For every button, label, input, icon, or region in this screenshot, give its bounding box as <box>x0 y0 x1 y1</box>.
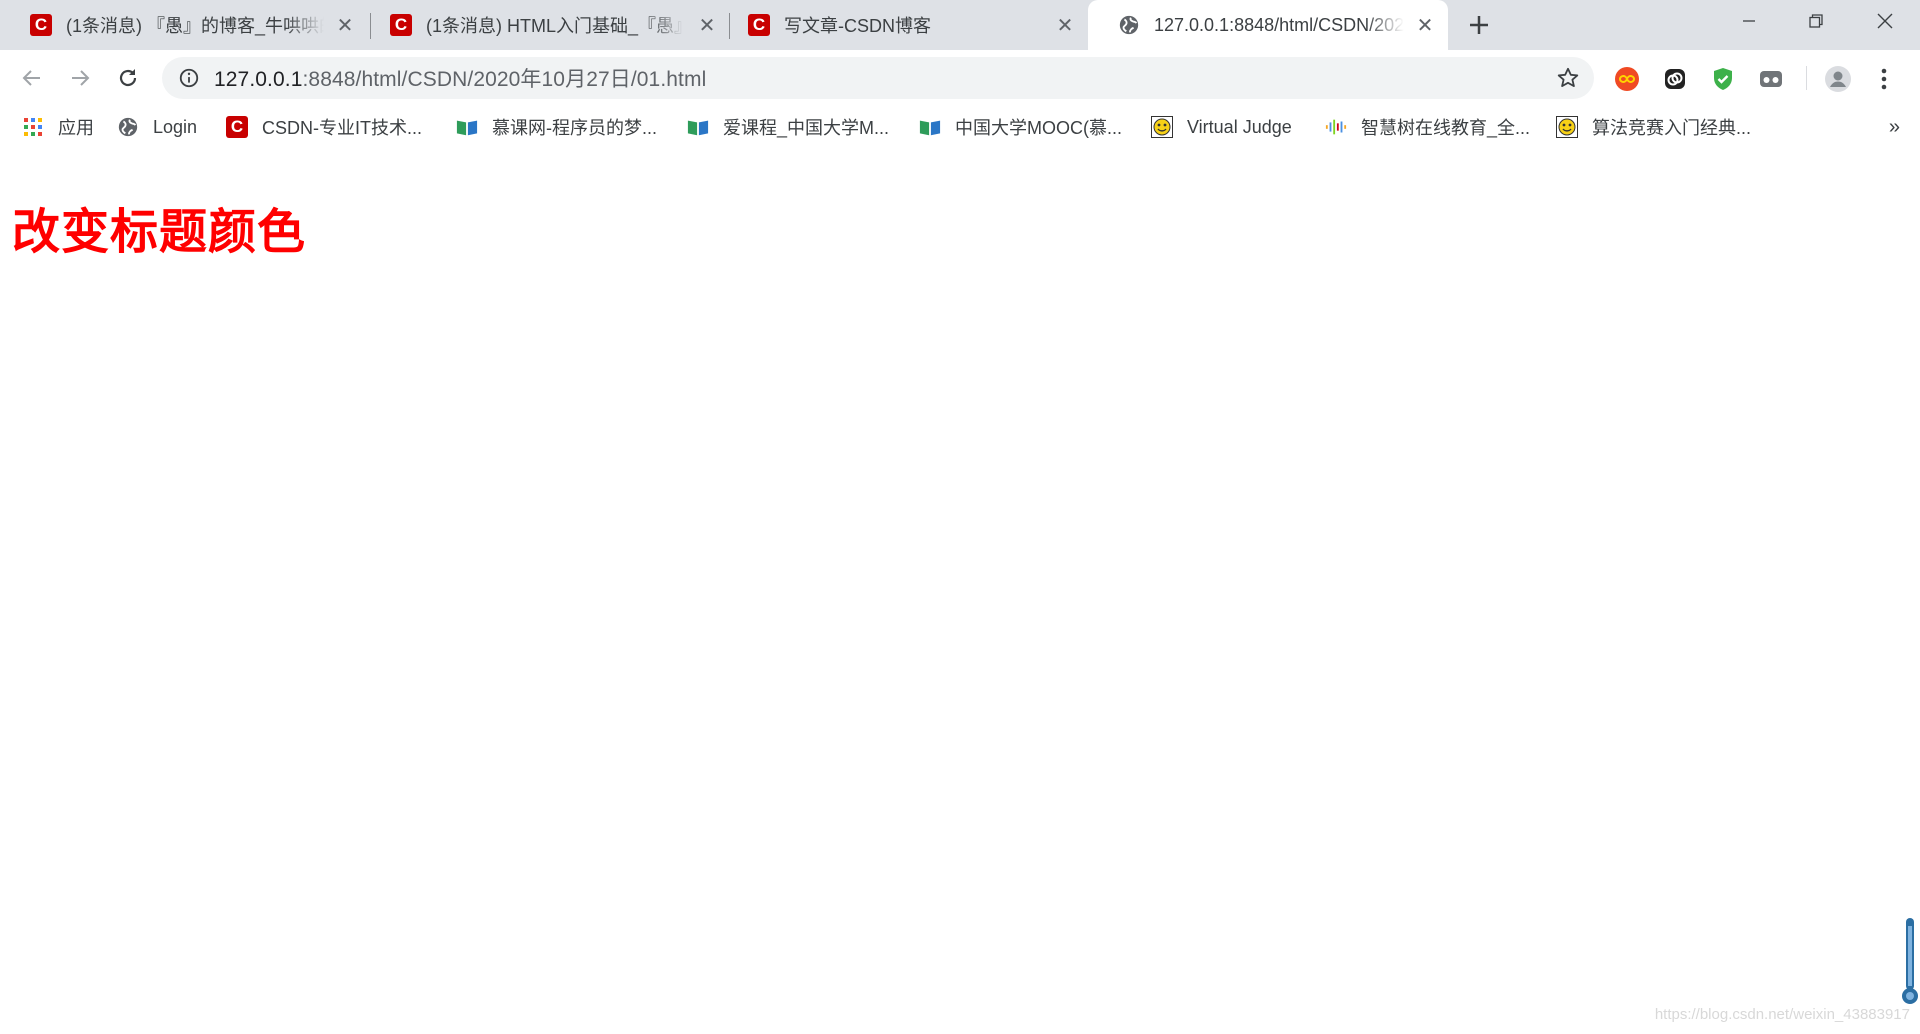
page-heading: 改变标题颜色 <box>12 204 307 260</box>
reload-button[interactable] <box>110 60 146 96</box>
back-button[interactable] <box>14 60 50 96</box>
bookmark-label: 应用 <box>58 118 94 138</box>
url-host: 127.0.0.1 <box>214 68 303 91</box>
bookmark-login[interactable]: Login <box>117 112 197 142</box>
close-tab-icon[interactable]: ✕ <box>694 12 720 38</box>
profile-avatar-icon[interactable] <box>1824 65 1852 93</box>
close-icon <box>1877 13 1893 29</box>
tab-title: 127.0.0.1:8848/html/CSDN/2020 <box>1154 14 1404 35</box>
smiley-icon <box>1151 116 1173 138</box>
tab-csdn-blog[interactable]: C (1条消息) 『愚』的博客_牛哄哄的 ✕ <box>0 0 368 50</box>
csdn-icon: C <box>748 14 770 36</box>
address-bar[interactable]: 127.0.0.1:8848/html/CSDN/2020年10月27日/01.… <box>162 57 1594 99</box>
infinity-extension-icon[interactable] <box>1613 65 1641 93</box>
bookmark-label: Login <box>153 116 198 137</box>
soundwave-icon <box>1325 116 1347 138</box>
close-tab-icon[interactable]: ✕ <box>1052 12 1078 38</box>
arrow-left-icon <box>22 70 40 86</box>
book-icon <box>456 116 478 138</box>
bookmark-star-icon[interactable] <box>1556 66 1580 90</box>
page-content: 改变标题颜色 https://blog.csdn.net/weixin_4388… <box>0 148 1920 1034</box>
minimize-icon <box>1743 20 1755 22</box>
bookmark-label: CSDN-专业IT技术... <box>262 118 422 138</box>
csdn-icon: C <box>226 116 248 138</box>
menu-kebab-icon[interactable] <box>1870 65 1898 93</box>
tab-title: (1条消息) 『愚』的博客_牛哄哄的 <box>66 16 324 36</box>
incognito-extension-icon[interactable] <box>1757 65 1785 93</box>
link-extension-icon[interactable] <box>1661 65 1689 93</box>
csdn-icon: C <box>390 14 412 36</box>
bookmark-algorithm-book[interactable]: 算法竞赛入门经典... <box>1556 112 1751 142</box>
tab-title: 写文章-CSDN博客 <box>784 16 931 36</box>
bookmark-virtual-judge[interactable]: Virtual Judge <box>1151 112 1292 142</box>
bookmark-zhihuishu[interactable]: 智慧树在线教育_全... <box>1325 112 1530 142</box>
close-tab-icon[interactable]: ✕ <box>332 12 358 38</box>
smiley-icon <box>1556 116 1578 138</box>
browser-toolbar: 127.0.0.1:8848/html/CSDN/2020年10月27日/01.… <box>0 50 1920 106</box>
bookmark-apps[interactable]: 应用 <box>22 112 94 142</box>
tab-title: (1条消息) HTML入门基础_『愚』 <box>426 16 686 36</box>
bookmark-mooc[interactable]: 中国大学MOOC(慕... <box>919 112 1122 142</box>
tab-local-page[interactable]: 127.0.0.1:8848/html/CSDN/2020 ✕ <box>1088 0 1448 50</box>
url-text[interactable]: 127.0.0.1:8848/html/CSDN/2020年10月27日/01.… <box>214 63 706 93</box>
thermometer-icon <box>1902 918 1918 1004</box>
bookmark-label: 爱课程_中国大学M... <box>723 118 890 138</box>
bookmarks-bar: 应用 Login C CSDN-专业IT技术... 慕课网-程序员的梦... 爱… <box>0 106 1920 148</box>
forward-button[interactable] <box>62 60 98 96</box>
arrow-right-icon <box>72 70 90 86</box>
tab-strip: C (1条消息) 『愚』的博客_牛哄哄的 ✕ C (1条消息) HTML入门基础… <box>0 0 1920 50</box>
bookmark-label: 慕课网-程序员的梦... <box>492 118 657 138</box>
close-window-button[interactable] <box>1852 0 1918 42</box>
restore-icon <box>1809 14 1823 28</box>
close-tab-icon[interactable]: ✕ <box>1412 12 1438 38</box>
bookmark-label: Virtual Judge <box>1187 116 1292 137</box>
info-icon[interactable] <box>178 67 200 89</box>
restore-button[interactable] <box>1783 0 1849 42</box>
bookmarks-overflow-button[interactable]: » <box>1889 116 1900 139</box>
bookmark-icourse[interactable]: 爱课程_中国大学M... <box>687 112 889 142</box>
bookmark-label: 智慧树在线教育_全... <box>1361 118 1531 138</box>
globe-icon <box>1118 14 1140 36</box>
book-icon <box>919 116 941 138</box>
bookmark-label: 中国大学MOOC(慕... <box>955 118 1122 138</box>
tab-html-basics[interactable]: C (1条消息) HTML入门基础_『愚』 ✕ <box>360 0 730 50</box>
toolbar-divider <box>1806 66 1807 90</box>
apps-grid-icon <box>22 116 44 138</box>
minimize-button[interactable] <box>1716 0 1782 42</box>
url-path: :8848/html/CSDN/2020年10月27日/01.html <box>302 68 707 91</box>
reload-icon <box>119 69 137 87</box>
bookmark-label: 算法竞赛入门经典... <box>1592 118 1752 138</box>
tab-write-article[interactable]: C 写文章-CSDN博客 ✕ <box>718 0 1088 50</box>
shield-extension-icon[interactable] <box>1709 65 1737 93</box>
globe-icon <box>117 116 139 138</box>
book-icon <box>687 116 709 138</box>
plus-icon <box>1470 16 1488 34</box>
new-tab-button[interactable] <box>1462 8 1496 42</box>
bookmark-imooc[interactable]: 慕课网-程序员的梦... <box>456 112 657 142</box>
watermark: https://blog.csdn.net/weixin_43883917 <box>1654 1006 1910 1023</box>
csdn-icon: C <box>30 14 52 36</box>
bookmark-csdn[interactable]: C CSDN-专业IT技术... <box>226 112 422 142</box>
